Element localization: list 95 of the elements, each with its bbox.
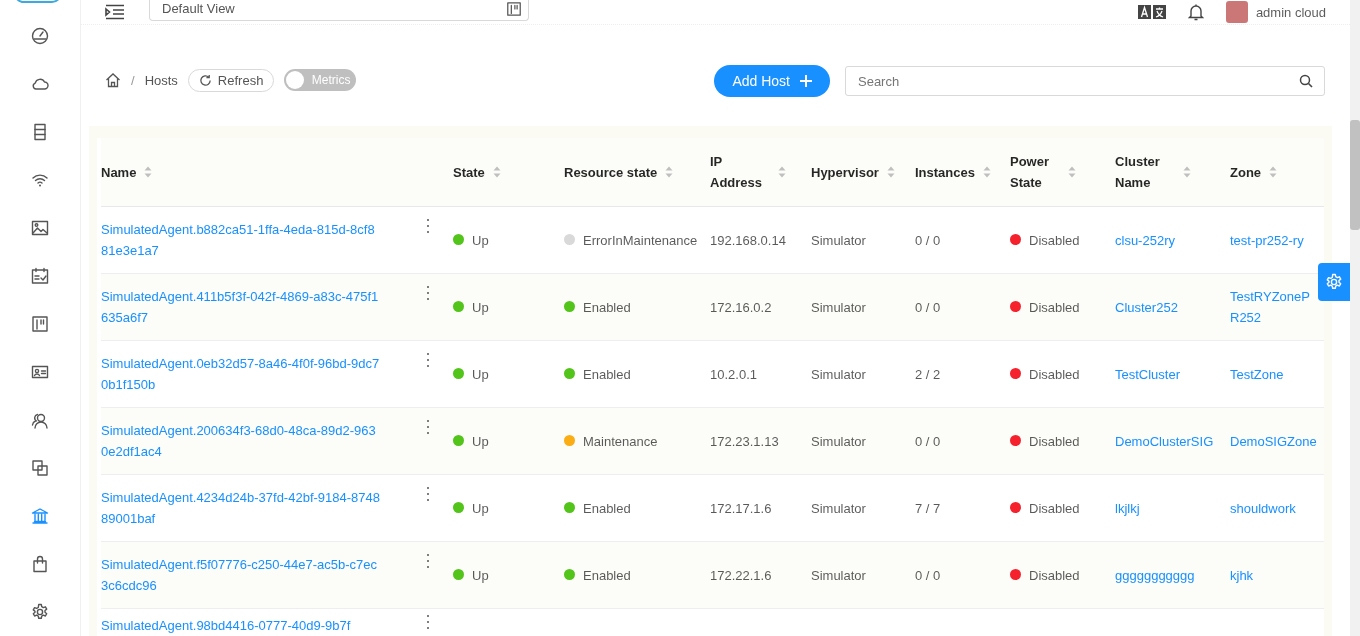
settings-icon[interactable] xyxy=(31,603,49,621)
zone-link[interactable]: kjhk xyxy=(1230,564,1319,586)
bank-icon[interactable] xyxy=(31,507,49,525)
breadcrumb-item: Hosts xyxy=(144,72,178,88)
host-name-link[interactable]: SimulatedAgent.4234d24b-37fd-42bf-9184-874889001baf xyxy=(101,487,381,529)
column-header[interactable]: Hypervisor xyxy=(811,161,879,183)
column-header[interactable]: Resource state xyxy=(564,161,658,183)
host-name-link[interactable]: SimulatedAgent.411b5f3f-042f-4869-a83c-475f1635a6f7 xyxy=(101,286,381,328)
breadcrumb-separator: / xyxy=(131,72,135,88)
home-icon[interactable] xyxy=(105,72,121,88)
status-text: Enabled xyxy=(583,298,631,317)
refresh-button[interactable]: Refresh xyxy=(187,68,275,92)
search-field[interactable]: Search xyxy=(845,66,1325,96)
translate-icon[interactable] xyxy=(1137,5,1166,19)
status-text: Disabled xyxy=(1029,499,1080,518)
scrollbar-thumb[interactable] xyxy=(1350,120,1360,230)
hypervisor-name: Simulator xyxy=(811,232,867,248)
zone-link[interactable]: shouldwork xyxy=(1230,497,1319,519)
hypervisor-name: Simulator xyxy=(811,500,867,516)
status-text: Disabled xyxy=(1029,365,1080,384)
status-text: ErrorInMaintenance xyxy=(583,231,698,250)
zone-link[interactable]: test-pr252-ry xyxy=(1230,229,1319,251)
ip-address: 172.16.0.2 xyxy=(710,299,773,315)
bag-icon[interactable] xyxy=(31,555,49,573)
column-header[interactable]: Power State xyxy=(1010,151,1060,193)
plus-icon xyxy=(800,75,812,87)
dashboard-icon[interactable] xyxy=(31,27,49,45)
hypervisor-name: Simulator xyxy=(811,433,867,449)
zone-link[interactable]: TestRYZonePR252 xyxy=(1230,286,1319,328)
column-header[interactable]: Cluster Name xyxy=(1115,151,1175,193)
calendar-icon[interactable] xyxy=(31,267,49,285)
status-text: Enabled xyxy=(583,566,631,585)
status-text: Disabled xyxy=(1029,432,1080,451)
status-text: Disabled xyxy=(1029,231,1080,250)
status-text: Up xyxy=(472,432,489,451)
ip-address: 172.23.1.13 xyxy=(710,433,780,449)
ip-address: 172.17.1.6 xyxy=(710,500,773,516)
server-icon[interactable] xyxy=(31,123,49,141)
column-header[interactable]: Instances xyxy=(915,161,975,183)
cluster-link[interactable]: lkjlkj xyxy=(1115,497,1230,519)
cluster-link[interactable]: clsu-252ry xyxy=(1115,229,1230,251)
status-text: Up xyxy=(472,298,489,317)
status-text: Up xyxy=(472,499,489,518)
menu-fold-icon[interactable] xyxy=(105,4,125,20)
ip-address: 10.2.0.1 xyxy=(710,366,758,382)
status-text: Disabled xyxy=(1029,566,1080,585)
hypervisor-name: Simulator xyxy=(811,299,867,315)
id-card-icon[interactable] xyxy=(31,363,49,381)
refresh-icon xyxy=(198,73,212,87)
ip-address: 192.168.0.14 xyxy=(710,232,787,248)
metrics-toggle[interactable]: Metrics xyxy=(284,69,357,91)
status-text: Enabled xyxy=(583,365,631,384)
bell-icon[interactable] xyxy=(1187,3,1204,21)
status-text: Up xyxy=(472,566,489,585)
search-icon[interactable] xyxy=(1299,74,1313,88)
settings-button[interactable] xyxy=(1318,263,1350,301)
host-name-link[interactable]: SimulatedAgent.200634f3-68d0-48ca-89d2-9630e2df1ac4 xyxy=(101,420,381,462)
host-name-link[interactable]: SimulatedAgent.b882ca51-1ffa-4eda-815d-8cf881e3e1a7 xyxy=(101,219,381,261)
cluster-link[interactable]: DemoClusterSIG xyxy=(1115,430,1230,452)
users-icon[interactable] xyxy=(31,411,49,429)
copy-icon[interactable] xyxy=(31,459,49,477)
host-name-link[interactable]: SimulatedAgent.f5f07776-c250-44e7-ac5b-c7ec3c6cdc96 xyxy=(101,554,381,596)
ip-address: 172.22.1.6 xyxy=(710,567,773,583)
instance-count: 0 / 0 xyxy=(915,299,942,315)
instance-count: 0 / 0 xyxy=(915,433,942,449)
settings-icon xyxy=(1325,273,1343,291)
instance-count: 7 / 7 xyxy=(915,500,942,516)
board-icon[interactable] xyxy=(31,315,49,333)
hypervisor-name: Simulator xyxy=(811,366,867,382)
image-icon[interactable] xyxy=(31,219,49,237)
status-text: Disabled xyxy=(1029,298,1080,317)
column-header[interactable]: Zone xyxy=(1230,161,1262,183)
view-select[interactable]: Default View xyxy=(149,0,529,21)
zone-link[interactable]: TestZone xyxy=(1230,363,1319,385)
board-icon xyxy=(506,0,522,17)
hypervisor-name: Simulator xyxy=(811,567,867,583)
column-header[interactable]: IP Address xyxy=(710,151,770,193)
instance-count: 0 / 0 xyxy=(915,567,942,583)
status-text: Maintenance xyxy=(583,432,658,451)
instance-count: 0 / 0 xyxy=(915,232,942,248)
cluster-link[interactable]: ggggggggggg xyxy=(1115,564,1230,586)
avatar xyxy=(1225,1,1248,23)
instance-count: 2 / 2 xyxy=(915,366,942,382)
status-text: Up xyxy=(472,231,489,250)
add-host-button[interactable]: Add Host xyxy=(714,65,830,97)
column-header[interactable]: Name xyxy=(101,161,137,183)
status-text: Up xyxy=(472,365,489,384)
column-header[interactable]: State xyxy=(453,161,485,183)
host-name-link[interactable]: SimulatedAgent.0eb32d57-8a46-4f0f-96bd-9dc70b1f150b xyxy=(101,353,381,395)
status-text: Enabled xyxy=(583,499,631,518)
cluster-link[interactable]: Cluster252 xyxy=(1115,296,1230,318)
user-menu[interactable]: admin cloud xyxy=(1225,1,1326,23)
cluster-link[interactable]: TestCluster xyxy=(1115,363,1230,385)
zone-link[interactable]: DemoSIGZone xyxy=(1230,430,1319,452)
host-name-link[interactable]: SimulatedAgent.98bd4416-0777-40d9-9b7f xyxy=(101,615,381,636)
